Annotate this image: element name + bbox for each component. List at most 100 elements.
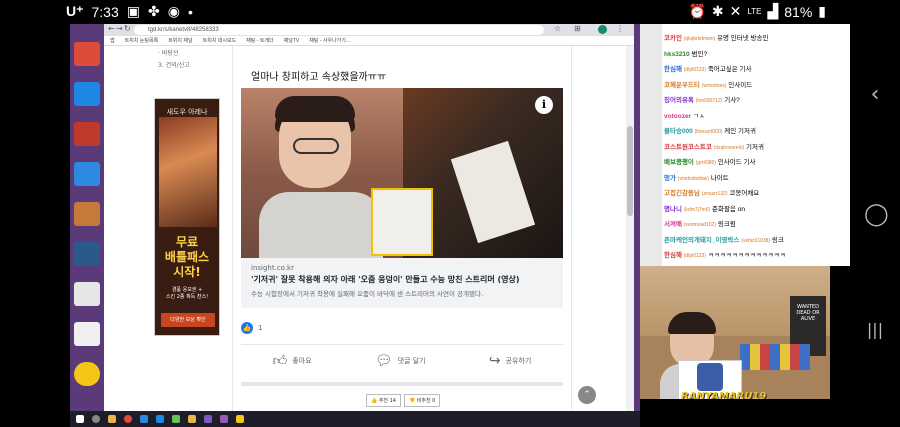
chat-nickname[interactable]: 서져배 xyxy=(664,221,682,228)
game-shortcut-icon[interactable] xyxy=(74,202,100,226)
chat-message: 징어의유혹 (km090712) 기사? xyxy=(664,94,740,104)
chat-nickname[interactable]: 한심해 xyxy=(664,252,682,259)
chat-user-id: (znoarr132) xyxy=(701,191,728,197)
chat-nickname[interactable]: votoozer xyxy=(664,113,691,120)
pinwheel-icon: ✤ xyxy=(147,3,160,19)
web-page: · 바탕선 3. 건의/신고 새도우 아레나 무료 배틀패스 시작! 경품 응모… xyxy=(104,46,634,411)
chat-nickname[interactable]: 한심해 xyxy=(664,66,682,73)
explorer-taskbar-icon[interactable] xyxy=(188,415,196,423)
chat-nickname[interactable]: hks3210 xyxy=(664,51,690,58)
reaction-summary[interactable]: 👍 1 xyxy=(241,322,262,334)
player-shortcut-icon[interactable] xyxy=(74,362,100,386)
windows-taskbar xyxy=(70,411,640,427)
chat-nickname[interactable]: 블타승000 xyxy=(664,128,693,135)
side-menu-item[interactable]: 3. 건의/신고 xyxy=(158,60,190,69)
gallery-icon: ▣ xyxy=(126,3,140,19)
chrome-icon[interactable] xyxy=(74,42,100,66)
mute-icon: ✕ xyxy=(729,3,742,19)
chat-user-id: (km090712) xyxy=(695,98,723,104)
chat-text: ㄱㅅ xyxy=(692,112,705,120)
extensions-icon[interactable]: ⊞ xyxy=(574,24,581,33)
chat-nickname[interactable]: 멍가 xyxy=(664,175,676,182)
home-button[interactable]: ◯ xyxy=(864,202,889,227)
chat-text: ㅋㅋㅋㅋㅋㅋㅋㅋㅋㅋㅋㅋㅋ xyxy=(707,252,786,259)
game-advertisement[interactable]: 새도우 아레나 무료 배틀패스 시작! 경품 응모권 + 스킨 2종 획득 찬스… xyxy=(154,98,220,336)
stream-chat: 코카인 (qkqkrkdmwn) 유명 인터넷 방송인 hks3210 범인? 한심… xyxy=(640,24,850,266)
obs-shortcut-icon[interactable] xyxy=(74,242,100,266)
chat-message: 명나니 (kdm7j7m6) 준화팔음 on xyxy=(664,203,745,213)
upvote-button[interactable]: 👍 추천 14 xyxy=(366,394,401,407)
page-scrollbar[interactable] xyxy=(626,46,634,411)
link-domain: insight.co.kr xyxy=(251,264,294,272)
post-actions: 👍︎ 좋아요 💬︎ 댓글 달기 ↪ 공유하기 xyxy=(241,344,563,376)
kakao-taskbar-icon[interactable] xyxy=(236,415,244,423)
bookmark-item[interactable]: 채팅 - 트게더 xyxy=(246,37,273,44)
edge-taskbar-icon[interactable] xyxy=(140,415,148,423)
discord-taskbar-icon[interactable] xyxy=(220,415,228,423)
file-shortcut-icon[interactable] xyxy=(74,282,100,306)
forward-arrow-icon[interactable]: → xyxy=(116,24,123,33)
twitch-taskbar-icon[interactable] xyxy=(204,415,212,423)
folder-icon[interactable] xyxy=(108,415,116,423)
chat-message: 블타승000 (ltooszrt000) 케인 기저귀 xyxy=(664,125,756,135)
start-icon[interactable] xyxy=(76,415,84,423)
link-preview-meta[interactable]: insight.co.kr '기저귀' 잘못 착용해 의자 아래 '오줌 웅덩이… xyxy=(241,258,563,308)
chat-nickname[interactable]: 코헤운우드티 xyxy=(664,82,700,89)
downvote-button[interactable]: 👎 비추천 0 xyxy=(403,394,441,407)
chat-user-id: (kdm7j7m6) xyxy=(683,206,711,213)
bookmark-item[interactable]: 채널TV xyxy=(284,37,300,44)
browser-window: ← → ↻ tgd.kr/s/kanetv8/48258333 ☆ ⊞ ⋮ 앱 트… xyxy=(104,24,634,411)
reload-icon[interactable]: ↻ xyxy=(124,24,131,33)
bookmark-item[interactable]: 채팅 - 사우나가기... xyxy=(309,37,350,44)
like-label: 좋아요 xyxy=(292,356,312,365)
ie-taskbar-icon[interactable] xyxy=(156,415,164,423)
address-bar[interactable]: tgd.kr/s/kanetv8/48258333 xyxy=(134,25,544,35)
app-shortcut-icon[interactable] xyxy=(74,122,100,146)
figurine-shelf xyxy=(740,344,810,370)
profile-icon[interactable] xyxy=(598,25,607,34)
comment-button[interactable]: 💬︎ 댓글 달기 xyxy=(375,353,426,369)
back-arrow-icon[interactable]: ← xyxy=(108,24,115,33)
menu-icon[interactable]: ⋮ xyxy=(616,24,624,33)
chrome-taskbar-icon[interactable] xyxy=(124,415,132,423)
app-taskbar-icon[interactable] xyxy=(172,415,180,423)
search-icon[interactable] xyxy=(92,415,100,423)
person-body xyxy=(259,192,383,258)
link-title[interactable]: '기저귀' 잘못 착용해 의자 아래 '오줌 웅덩이' 만들고 수능 망친 스트… xyxy=(251,274,520,285)
bookmark-item[interactable]: 트위치 채널 xyxy=(168,37,192,44)
chat-nickname[interactable]: 배보콩팽이 xyxy=(664,159,694,166)
scrollbar-thumb[interactable] xyxy=(627,126,633,216)
chat-nickname[interactable]: 코카인 xyxy=(664,35,682,42)
bookmark-item[interactable]: 앱 xyxy=(110,37,115,44)
link-preview-image[interactable]: i xyxy=(241,88,563,258)
chat-message: 코카인 (qkqkrkdmwn) 유명 인터넷 방송인 xyxy=(664,32,768,42)
back-button[interactable]: ‹ xyxy=(864,82,886,107)
signal-icon: ▟ xyxy=(767,3,779,19)
chat-nickname[interactable]: 코스트원코스트코 xyxy=(664,144,712,151)
chat-user-id: (seomoad102) xyxy=(683,222,717,228)
thumbs-up-icon: 👍︎ xyxy=(272,353,288,369)
info-icon[interactable]: i xyxy=(535,96,553,114)
recents-button[interactable]: ||| xyxy=(864,320,886,339)
edge-icon[interactable] xyxy=(74,82,100,106)
bookmark-item[interactable]: 트위치 눈팅목록 xyxy=(125,37,159,44)
chat-nickname[interactable]: 고접긴감동님 xyxy=(664,190,700,197)
chat-nickname[interactable]: 명나니 xyxy=(664,206,682,213)
browser-toolbar: ← → ↻ tgd.kr/s/kanetv8/48258333 ☆ ⊞ ⋮ xyxy=(104,24,634,36)
side-menu-item[interactable]: · 바탕선 xyxy=(158,48,178,57)
cloud-app-icon[interactable] xyxy=(74,162,100,186)
document-shortcut-icon[interactable] xyxy=(74,322,100,346)
scroll-to-top-button[interactable]: ⌃ xyxy=(578,386,596,404)
chat-nickname[interactable]: 존마케언의개돼지_이영박스 xyxy=(664,237,739,244)
ad-cta-button[interactable]: 다양한 보상 확인 xyxy=(161,313,215,327)
avatar-name: RANYAMARU19 xyxy=(681,391,767,399)
chat-user-id: (qkqkrkdmwn) xyxy=(683,36,716,42)
bookmark-item[interactable]: 트위치 대시보드 xyxy=(203,37,237,44)
share-button[interactable]: ↪ 공유하기 xyxy=(489,353,532,369)
star-icon[interactable]: ☆ xyxy=(554,24,561,33)
like-button[interactable]: 👍︎ 좋아요 xyxy=(273,352,312,369)
chat-text: 유명 인터넷 방송인 xyxy=(716,35,769,42)
chat-nickname[interactable]: 징어의유혹 xyxy=(664,97,694,104)
chat-text: 케인 기저귀 xyxy=(724,128,756,135)
post-text: 얼마나 창피하고 속상했을까ㅠㅠ xyxy=(251,72,387,83)
